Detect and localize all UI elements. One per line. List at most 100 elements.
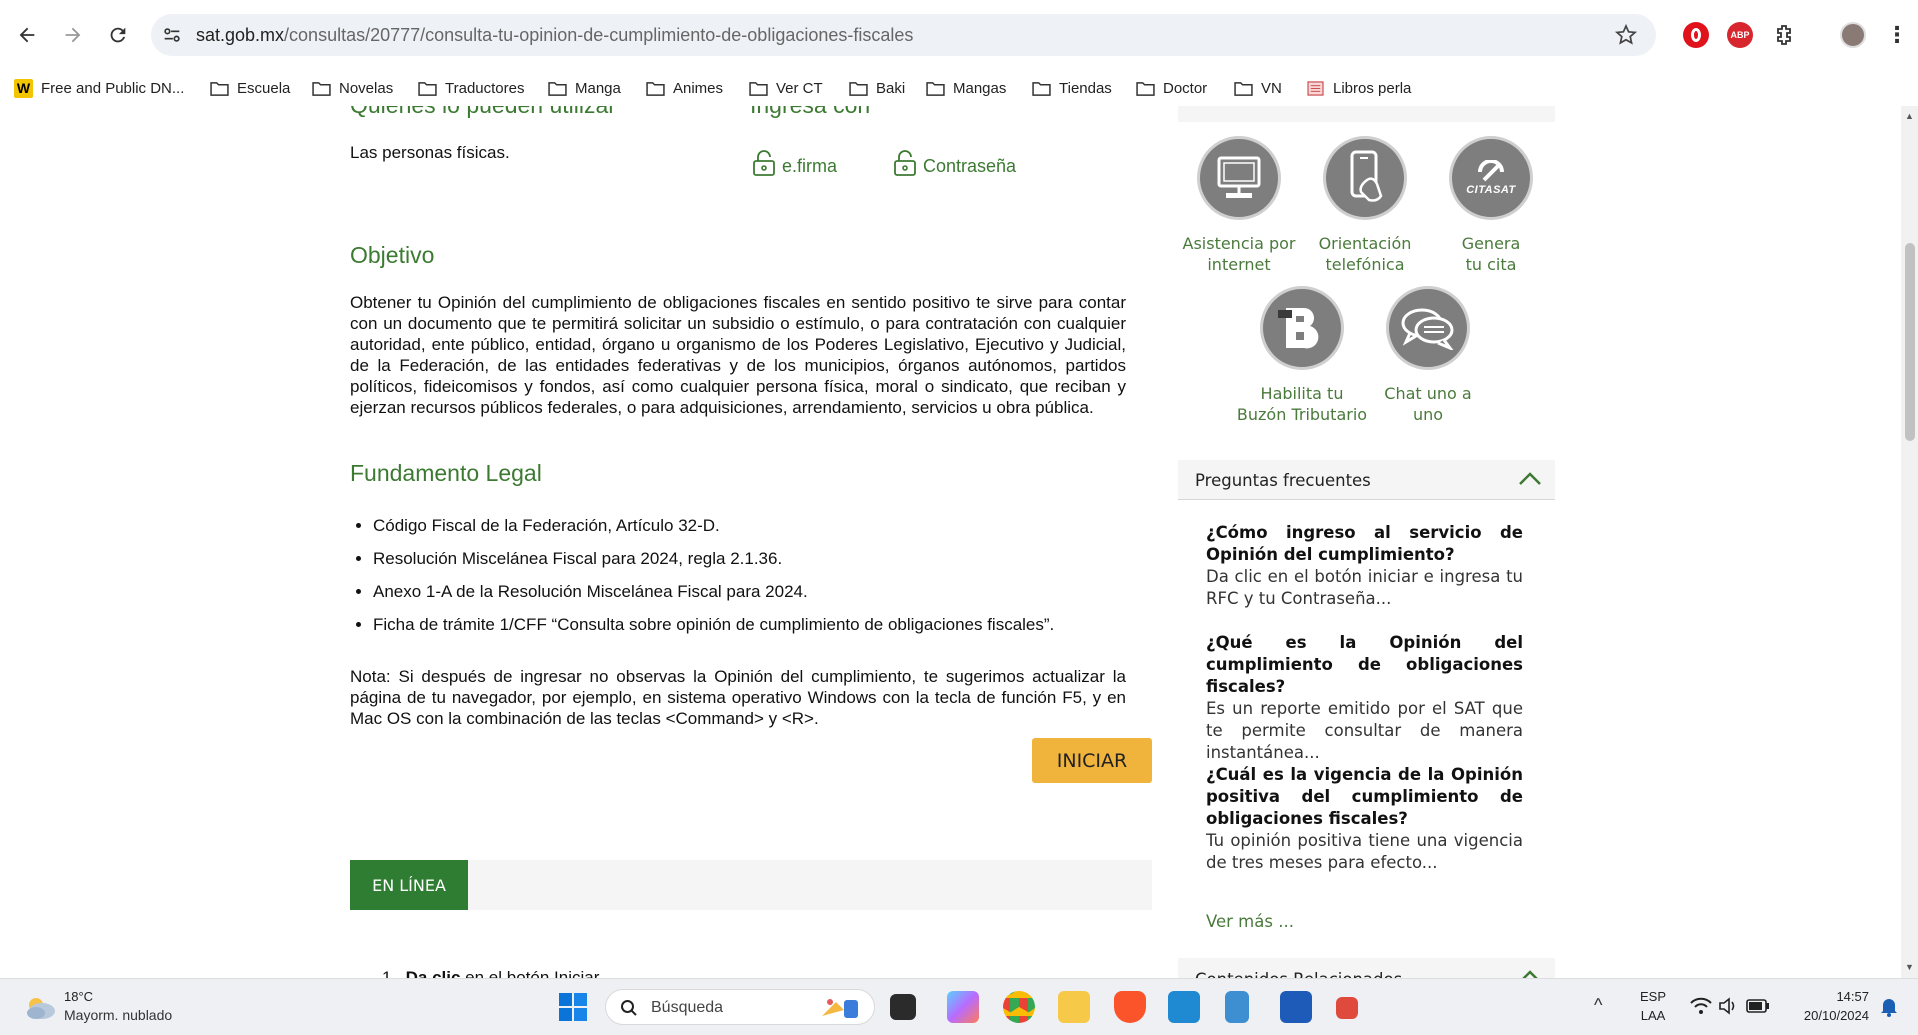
wifi-icon[interactable] (1690, 997, 1712, 1015)
faq-header[interactable]: Preguntas frecuentes (1178, 460, 1555, 500)
windows-taskbar: 18°C Mayorm. nublado Búsqueda ^ ESP LAA … (0, 978, 1918, 1035)
language-indicator[interactable]: ESP LAA (1640, 989, 1666, 1023)
genera-cita-button[interactable]: CITASAT Genera tu cita (1421, 136, 1561, 275)
snipping-tool-icon[interactable] (1336, 997, 1358, 1019)
folder-icon (210, 81, 229, 96)
ver-mas-link[interactable]: Ver más ... (1206, 912, 1294, 931)
padlock-icon (894, 149, 916, 176)
bookmark-folder[interactable]: Traductores (418, 70, 524, 106)
bookmark-star-icon[interactable] (1614, 23, 1638, 47)
ingresa-heading: Ingresa con (750, 106, 870, 119)
bookmark-folder[interactable]: Mangas (926, 70, 1006, 106)
search-icon (621, 1000, 637, 1016)
bookmark-folder[interactable]: Novelas (312, 70, 393, 106)
menu-kebab-icon[interactable]: ⋮ (1884, 22, 1910, 48)
bookmark-folder[interactable]: Escuela (210, 70, 290, 106)
file-explorer-icon[interactable] (1058, 991, 1090, 1023)
scroll-thumb[interactable] (1905, 243, 1915, 441)
faq-title: Preguntas frecuentes (1195, 471, 1371, 490)
buzon-tributario-button[interactable]: Habilita tu Buzón Tributario (1232, 286, 1372, 425)
search-highlight-icon (818, 994, 864, 1022)
faq-question[interactable]: ¿Qué es la Opinión del cumplimiento de o… (1206, 632, 1523, 698)
opera-extension-icon[interactable] (1683, 22, 1709, 48)
weather-cloud-icon[interactable] (22, 993, 58, 1021)
bookmark-folder[interactable]: Baki (849, 70, 905, 106)
clock[interactable]: 14:57 20/10/2024 (1793, 989, 1869, 1023)
objetivo-heading: Objetivo (350, 242, 435, 268)
chevron-up-icon[interactable] (1518, 472, 1542, 486)
adblock-plus-icon[interactable]: ABP (1727, 22, 1753, 48)
faq-item[interactable]: ¿Cómo ingreso al servicio de Opinión del… (1206, 522, 1523, 610)
buzon-b-logo-icon (1260, 286, 1344, 370)
task-view-icon[interactable] (890, 994, 916, 1020)
chevron-up-tray-icon[interactable]: ^ (1594, 995, 1602, 1016)
word-icon[interactable] (1280, 991, 1312, 1023)
browser-toolbar: sat.gob.mx/consultas/20777/consulta-tu-o… (0, 0, 1918, 70)
weather-temp[interactable]: 18°C (64, 989, 93, 1004)
bookmark-folder[interactable]: Manga (548, 70, 621, 106)
chat-uno-a-uno-button[interactable]: Chat uno a uno (1358, 286, 1498, 425)
asistencia-internet-button[interactable]: Asistencia por internet (1169, 136, 1309, 275)
bookmark-folder[interactable]: Tiendas (1032, 70, 1112, 106)
bookmark-item[interactable]: Libros perla (1306, 70, 1411, 106)
volume-icon[interactable] (1718, 997, 1738, 1015)
back-button[interactable] (9, 17, 45, 53)
computer-icon (1197, 136, 1281, 220)
vscode-icon[interactable] (1168, 991, 1200, 1023)
bookmark-folder[interactable]: VN (1234, 70, 1282, 106)
brave-icon[interactable] (1114, 991, 1146, 1023)
address-bar[interactable]: sat.gob.mx/consultas/20777/consulta-tu-o… (151, 14, 1656, 56)
copilot-icon[interactable] (947, 991, 979, 1023)
extensions-puzzle-icon[interactable] (1771, 22, 1797, 48)
faq-item[interactable]: ¿Qué es la Opinión del cumplimiento de o… (1206, 632, 1523, 764)
faq-answer: Es un reporte emitido por el SAT que te … (1206, 699, 1523, 762)
quienes-heading: Quiénes lo pueden utilizar (350, 106, 616, 119)
web-page: Quiénes lo pueden utilizar Ingresa con L… (0, 106, 1918, 978)
folder-icon (418, 81, 437, 96)
bookmark-folder[interactable]: Ver CT (749, 70, 823, 106)
folder-icon (312, 81, 331, 96)
url-domain: sat.gob.mx (196, 25, 285, 45)
bookmarks-bar: W Free and Public DN... Escuela Novelas T… (0, 70, 1918, 106)
citasat-logo-icon: CITASAT (1449, 136, 1533, 220)
taskbar-search[interactable]: Búsqueda (605, 989, 875, 1025)
scroll-up-icon[interactable]: ▲ (1905, 111, 1914, 121)
forward-button[interactable] (55, 17, 91, 53)
profile-avatar[interactable] (1840, 22, 1866, 48)
efirma-link[interactable]: e.firma (752, 148, 837, 177)
windows-start-icon[interactable] (557, 991, 589, 1023)
notepad-icon[interactable] (1225, 991, 1249, 1023)
site-info-icon[interactable] (161, 24, 183, 46)
list-item: Código Fiscal de la Federación, Artículo… (373, 516, 1133, 549)
chevron-up-icon[interactable] (1518, 970, 1542, 978)
quienes-text: Las personas físicas. (350, 143, 510, 162)
w-logo-icon: W (14, 78, 33, 98)
faq-question[interactable]: ¿Cómo ingreso al servicio de Opinión del… (1206, 522, 1523, 566)
list-item: Resolución Miscelánea Fiscal para 2024, … (373, 549, 1133, 582)
tab-en-linea[interactable]: EN LÍNEA (350, 860, 468, 910)
url-text[interactable]: sat.gob.mx/consultas/20777/consulta-tu-o… (196, 25, 913, 46)
battery-icon[interactable] (1746, 998, 1770, 1014)
chrome-icon[interactable] (1003, 991, 1035, 1023)
notification-bell-icon[interactable] (1880, 997, 1898, 1017)
folder-icon (1032, 81, 1051, 96)
related-header[interactable]: Contenidos Relacionados (1178, 958, 1555, 978)
faq-question[interactable]: ¿Cuál es la vigencia de la Opinión posit… (1206, 764, 1523, 830)
folder-icon (548, 81, 567, 96)
faq-item[interactable]: ¿Cuál es la vigencia de la Opinión posit… (1206, 764, 1523, 874)
iniciar-button[interactable]: INICIAR (1032, 738, 1152, 783)
arrow-left-icon (19, 27, 35, 43)
bookmark-folder[interactable]: Animes (646, 70, 723, 106)
bookmark-item[interactable]: W Free and Public DN... (14, 70, 184, 106)
list-item: Ficha de trámite 1/CFF “Consulta sobre o… (373, 615, 1133, 648)
sidebar-top-box (1178, 106, 1555, 122)
bookmark-folder[interactable]: Doctor (1136, 70, 1207, 106)
reload-button[interactable] (100, 17, 136, 53)
weather-desc[interactable]: Mayorm. nublado (64, 1007, 172, 1023)
folder-icon (849, 81, 868, 96)
scroll-down-icon[interactable]: ▼ (1905, 962, 1914, 972)
contrasena-link[interactable]: Contraseña (893, 148, 1016, 177)
orientacion-telefonica-button[interactable]: Orientación telefónica (1295, 136, 1435, 275)
list-item: Anexo 1-A de la Resolución Miscelánea Fi… (373, 582, 1133, 615)
page-scrollbar[interactable]: ▲ ▼ (1901, 106, 1918, 978)
